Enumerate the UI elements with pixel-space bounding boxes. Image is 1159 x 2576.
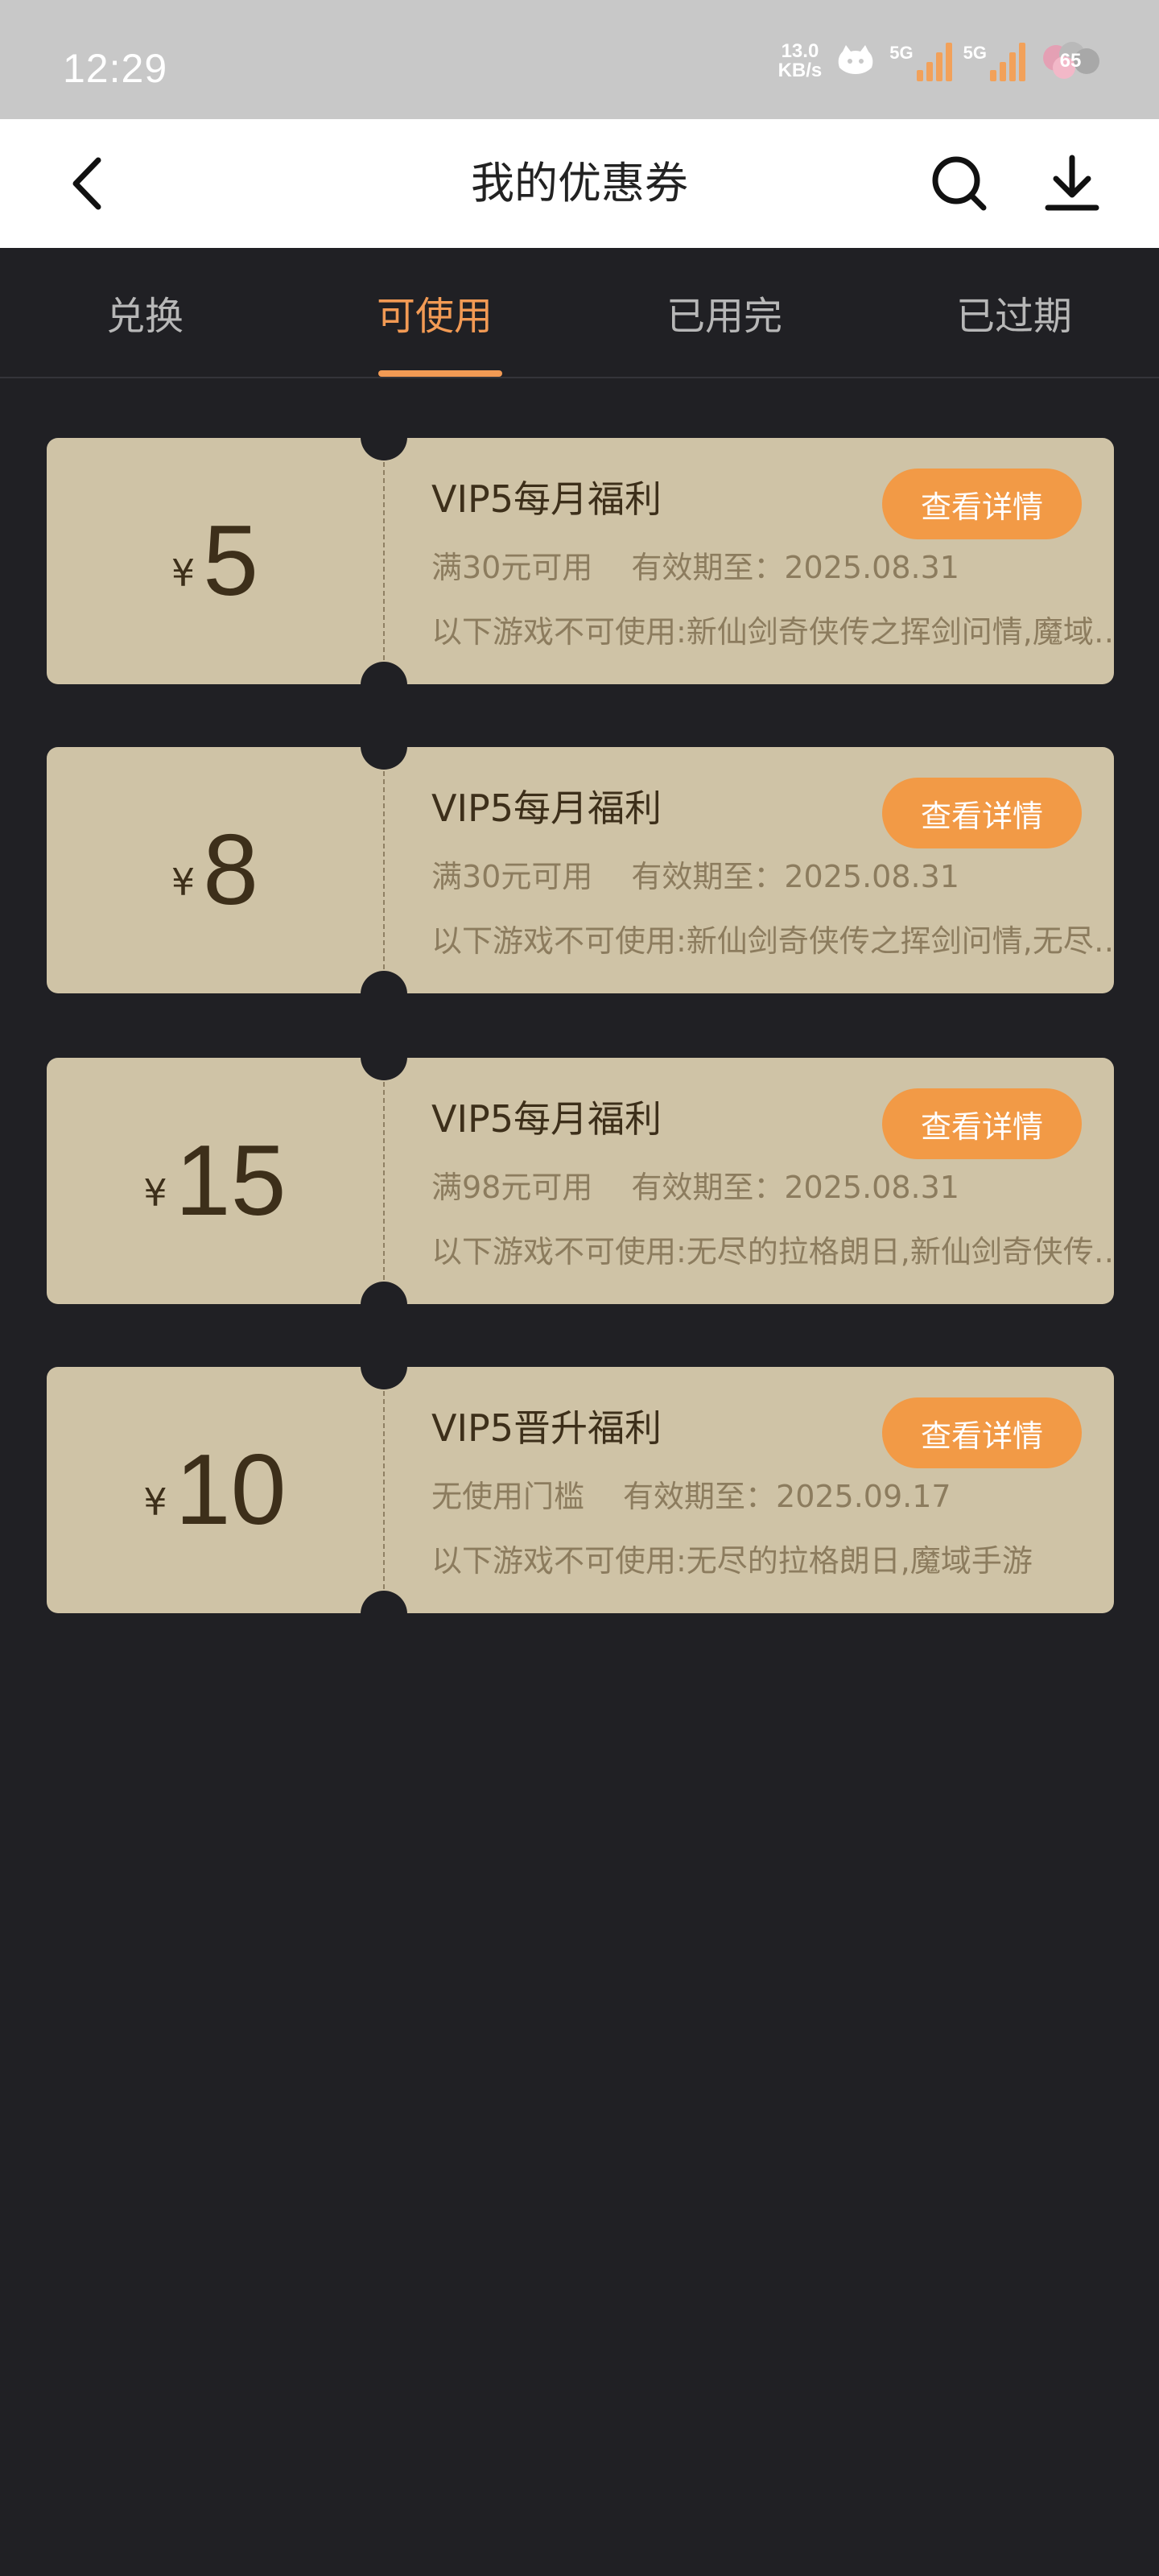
currency-symbol: ¥ (143, 1171, 167, 1215)
coupon-exclusions: 以下游戏不可使用:新仙剑奇侠传之挥剑问情,无尽… (431, 923, 1114, 959)
sim2-signal: 5G (963, 41, 1025, 81)
coupon-exclusions: 以下游戏不可使用:无尽的拉格朗日,魔域手游 (431, 1543, 1033, 1579)
sim1-signal: 5G (889, 41, 952, 81)
amount-value: 15 (175, 1125, 287, 1236)
view-details-button[interactable]: 查看详情 (882, 1088, 1082, 1159)
coupon-exclusions: 以下游戏不可使用:新仙剑奇侠传之挥剑问情,魔域… (431, 614, 1114, 650)
coupon-expiry: 有效期至：2025.09.17 (623, 1479, 951, 1514)
amount-value: 5 (203, 506, 259, 617)
ticket-divider (383, 771, 385, 969)
coupon-threshold: 满30元可用 (431, 859, 593, 894)
coupon-meta: 满30元可用 有效期至：2025.08.31 (431, 852, 959, 896)
tab-used-up[interactable]: 已用完 (580, 248, 869, 377)
download-icon (1045, 155, 1099, 211)
amount-value: 8 (203, 815, 259, 926)
coupon-title: VIP5晋升福利 (431, 1406, 662, 1450)
view-details-button[interactable]: 查看详情 (882, 1397, 1082, 1468)
coupon-amount: ¥ 15 (47, 1058, 383, 1304)
coupon-meta: 满98元可用 有效期至：2025.08.31 (431, 1162, 959, 1207)
tab-label: 可使用 (376, 294, 493, 339)
search-button[interactable] (926, 150, 993, 217)
download-button[interactable] (1038, 150, 1106, 217)
ticket-divider (383, 1082, 385, 1280)
coupon-meta: 无使用门槛 有效期至：2025.09.17 (431, 1472, 951, 1516)
coupon-amount: ¥ 5 (47, 438, 383, 684)
coupon-card: ¥ 5 VIP5每月福利 满30元可用 有效期至：2025.08.31 以下游戏… (47, 438, 1114, 684)
battery-indicator: 65 (1037, 40, 1104, 82)
coupon-threshold: 满30元可用 (431, 550, 593, 585)
search-icon (932, 156, 987, 211)
tab-label: 已过期 (955, 294, 1072, 339)
coupon-amount: ¥ 8 (47, 747, 383, 993)
ticket-divider (383, 462, 385, 660)
coupon-card: ¥ 15 VIP5每月福利 满98元可用 有效期至：2025.08.31 以下游… (47, 1058, 1114, 1304)
status-indicators: 13.0 KB/s 5G 5G 65 (778, 40, 1104, 82)
battery-level: 65 (1059, 50, 1082, 72)
currency-symbol: ¥ (143, 1480, 167, 1524)
coupon-title: VIP5每月福利 (431, 786, 662, 830)
cat-icon (833, 43, 878, 79)
status-bar: 12:29 13.0 KB/s 5G 5G 65 (0, 0, 1159, 119)
view-details-button[interactable]: 查看详情 (882, 469, 1082, 539)
network-speed: 13.0 KB/s (778, 42, 823, 80)
tab-label: 已用完 (666, 294, 782, 339)
currency-symbol: ¥ (171, 861, 196, 904)
sim2-label: 5G (963, 43, 987, 63)
status-time: 12:29 (63, 46, 168, 91)
view-details-button[interactable]: 查看详情 (882, 778, 1082, 848)
coupon-title: VIP5每月福利 (431, 477, 662, 521)
signal-bars-icon (990, 41, 1025, 81)
coupon-meta: 满30元可用 有效期至：2025.08.31 (431, 543, 959, 587)
currency-symbol: ¥ (171, 551, 196, 595)
amount-value: 10 (175, 1435, 287, 1546)
coupon-threshold: 无使用门槛 (431, 1479, 585, 1514)
tab-expired[interactable]: 已过期 (869, 248, 1159, 377)
coupon-title: VIP5每月福利 (431, 1097, 662, 1141)
coupon-expiry: 有效期至：2025.08.31 (631, 859, 959, 894)
coupon-threshold: 满98元可用 (431, 1170, 593, 1205)
app-header: 我的优惠券 (0, 119, 1159, 248)
coupon-expiry: 有效期至：2025.08.31 (631, 550, 959, 585)
coupon-tabs: 兑换 可使用 已用完 已过期 (0, 248, 1159, 378)
coupon-amount: ¥ 10 (47, 1367, 383, 1613)
network-speed-unit: KB/s (777, 60, 823, 81)
sim1-label: 5G (889, 43, 914, 63)
tab-label: 兑换 (105, 294, 184, 339)
tab-available[interactable]: 可使用 (290, 248, 580, 377)
coupon-card: ¥ 10 VIP5晋升福利 无使用门槛 有效期至：2025.09.17 以下游戏… (47, 1367, 1114, 1613)
network-speed-value: 13.0 (781, 40, 819, 62)
coupon-expiry: 有效期至：2025.08.31 (631, 1170, 959, 1205)
coupon-card: ¥ 8 VIP5每月福利 满30元可用 有效期至：2025.08.31 以下游戏… (47, 747, 1114, 993)
coupon-exclusions: 以下游戏不可使用:无尽的拉格朗日,新仙剑奇侠传… (431, 1234, 1114, 1269)
signal-bars-icon (916, 41, 952, 81)
active-tab-indicator (378, 370, 502, 377)
ticket-divider (383, 1391, 385, 1589)
tab-exchange[interactable]: 兑换 (0, 248, 290, 377)
